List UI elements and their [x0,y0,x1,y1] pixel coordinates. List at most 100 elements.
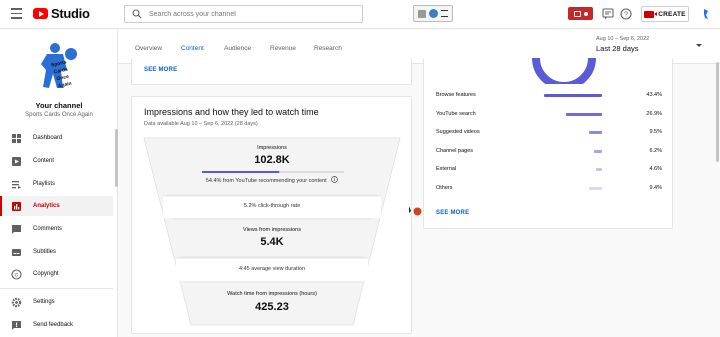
traffic-source-bar [595,168,602,171]
top-bar: Studio ? CREATE [0,0,720,29]
svg-text:?: ? [624,12,628,19]
sidebar-item-label: Copyright [33,271,59,277]
sidebar-item-settings[interactable]: Settings [0,292,113,312]
tab-research[interactable]: Research [314,45,342,52]
traffic-source-percent: 9.4% [649,184,662,191]
traffic-source-bar [566,112,602,116]
traffic-source-label: External [436,166,457,172]
sidebar-item-label: Settings [33,299,55,305]
search-bar[interactable] [124,5,363,23]
sidebar: Sports Cards Once Again Your channel Spo… [0,30,118,337]
sidebar-item-copyright[interactable]: c Copyright [0,264,113,284]
menu-icon[interactable] [11,8,22,19]
traffic-source-percent: 43.4% [646,92,662,98]
see-more-link[interactable]: SEE MORE [144,67,177,73]
traffic-source-percent: 9.5% [649,129,662,135]
analytics-icon [12,201,21,211]
impressions-funnel-card: Impressions and how they led to watch ti… [131,96,412,334]
video-camera-icon [644,10,658,18]
impressions-value: 102.8K [254,154,290,166]
sidebar-divider [0,288,113,289]
list-icon[interactable] [440,10,448,17]
globe-icon[interactable] [428,9,438,18]
traffic-source-row: Channel pages 6.2% [436,148,662,160]
mouse-cursor-icon [409,206,422,216]
traffic-source-bar [593,149,602,153]
traffic-source-row: Others 9.4% [436,185,662,197]
date-range-text: Aug 10 – Sep 6, 2022 [596,36,650,42]
subtitles-icon [12,248,21,256]
studio-logo[interactable]: Studio [33,6,90,21]
traffic-see-more-link[interactable]: SEE MORE [436,210,469,216]
extension-toolbar[interactable] [413,5,453,22]
avd-note: 4:45 average view duration [238,266,306,272]
feedback-icon [12,320,21,330]
recommend-bar-fill [202,171,280,173]
traffic-source-percent: 26.9% [646,110,662,117]
sidebar-item-subtitles[interactable]: Subtitles [0,242,113,262]
traffic-source-label: Others [436,184,453,191]
badge-dot-icon [583,11,588,16]
extension-thumbnail-icon[interactable] [418,9,427,18]
create-button[interactable]: CREATE [641,6,689,22]
watch-time-label: Watch time from impressions (hours) [227,291,317,297]
channel-name: Sports Cards Once Again [25,112,93,118]
traffic-source-row: Suggested videos 9.5% [436,129,662,141]
traffic-source-percent: 6.2% [649,147,662,154]
traffic-source-label: YouTube search [436,110,476,117]
search-icon[interactable] [132,9,142,19]
svg-text:c: c [15,272,18,278]
sidebar-item-content[interactable]: Content [0,151,113,171]
tab-overview[interactable]: Overview [135,45,162,52]
logo-text: Studio [51,6,90,21]
sidebar-item-label: Playlists [33,181,56,187]
help-icon[interactable]: ? [620,8,632,20]
sidebar-item-label: Send feedback [33,322,74,328]
youtube-logo-icon [33,8,48,19]
sidebar-item-label: Subtitles [33,249,57,255]
sidebar-item-dashboard[interactable]: Dashboard [0,128,113,148]
channel-avatar[interactable]: Sports Cards Once Again [33,40,85,94]
extension-badge-button[interactable] [568,7,593,20]
watch-time-value: 425.23 [255,301,289,313]
recommend-note: 54.4% from YouTube recommending your con… [172,176,372,184]
sidebar-item-label: Comments [33,226,63,232]
dashboard-icon [12,133,21,143]
traffic-sources-card: Browse features 43.4% YouTube search 26.9% S… [423,58,673,229]
traffic-source-bar [544,94,602,97]
copyright-icon: c [11,268,22,280]
funnel-shape [143,137,401,326]
badge-icon [573,10,581,17]
info-icon[interactable] [331,176,339,183]
impressions-label: Impressions [257,145,287,151]
date-range-selector[interactable]: Aug 10 – Sep 6, 2022 Last 28 days [596,36,704,58]
traffic-source-row: External 4.6% [436,166,662,178]
sidebar-scrollbar[interactable] [115,129,118,187]
traffic-source-label: Suggested videos [436,129,480,135]
traffic-source-bar [589,131,602,134]
sidebar-item-label: Content [33,158,55,164]
account-avatar[interactable] [698,6,714,22]
sidebar-item-analytics[interactable]: Analytics [0,196,113,216]
sidebar-item-playlists[interactable]: Playlists [0,174,113,194]
views-value: 5.4K [260,236,284,248]
tab-revenue[interactable]: Revenue [270,45,296,52]
tab-audience[interactable]: Audience [224,45,251,52]
chevron-down-icon [696,44,702,47]
playlists-icon [12,180,21,189]
sidebar-item-send-feedback[interactable]: Send feedback [0,315,113,335]
sidebar-item-comments[interactable]: Comments [0,219,113,239]
search-input[interactable] [149,10,349,18]
recommend-note-text: 54.4% from YouTube recommending your con… [205,178,327,184]
messages-icon[interactable] [602,8,614,20]
date-range-label: Last 28 days [596,44,639,53]
ctr-note: 5.2% click-through rate [243,203,301,209]
settings-icon [11,297,22,307]
page-scrollbar[interactable] [716,62,719,162]
tab-content[interactable]: Content [181,45,204,52]
traffic-source-label: Channel pages [436,147,474,154]
traffic-source-row: Browse features 43.4% [436,92,662,104]
create-label: CREATE [658,10,686,18]
traffic-source-percent: 4.6% [649,166,662,172]
traffic-source-bar [589,186,602,190]
